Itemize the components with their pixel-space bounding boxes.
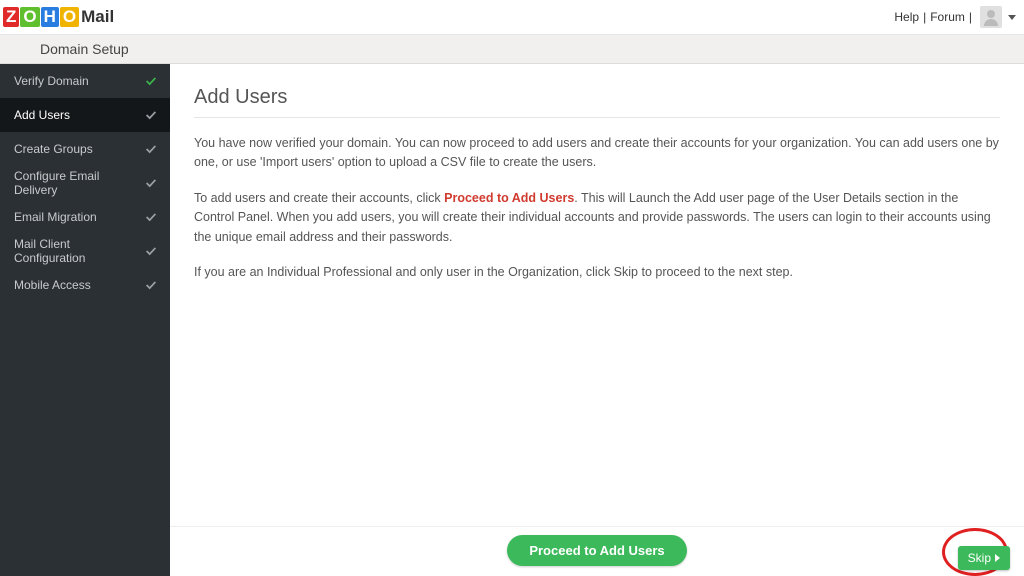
sidebar-item-email-migration[interactable]: Email Migration bbox=[0, 200, 170, 234]
check-icon bbox=[144, 210, 158, 224]
sidebar-item-label: Create Groups bbox=[14, 142, 93, 156]
sidebar-item-create-groups[interactable]: Create Groups bbox=[0, 132, 170, 166]
logo-product: Mail bbox=[81, 7, 114, 27]
logo-letter: H bbox=[41, 7, 59, 27]
skip-button-wrap: Skip bbox=[958, 546, 1010, 570]
skip-paragraph: If you are an Individual Professional an… bbox=[194, 263, 1000, 282]
body-wrap: Verify Domain Add Users Create Groups Co… bbox=[0, 64, 1024, 576]
topbar: Z O H O Mail Help | Forum | bbox=[0, 0, 1024, 35]
sidebar-item-mobile-access[interactable]: Mobile Access bbox=[0, 268, 170, 302]
sidebar-item-configure-email-delivery[interactable]: Configure Email Delivery bbox=[0, 166, 170, 200]
chevron-right-icon bbox=[995, 554, 1000, 562]
sidebar: Verify Domain Add Users Create Groups Co… bbox=[0, 64, 170, 576]
check-icon bbox=[144, 278, 158, 292]
sidebar-item-mail-client-configuration[interactable]: Mail Client Configuration bbox=[0, 234, 170, 268]
sidebar-item-add-users[interactable]: Add Users bbox=[0, 98, 170, 132]
top-links: Help | Forum | bbox=[894, 6, 1016, 28]
check-icon bbox=[144, 142, 158, 156]
check-icon bbox=[144, 74, 158, 88]
check-icon bbox=[144, 108, 158, 122]
skip-button-label: Skip bbox=[968, 551, 991, 565]
logo-letter: Z bbox=[3, 7, 19, 27]
skip-button[interactable]: Skip bbox=[958, 546, 1010, 570]
subheader: Domain Setup bbox=[0, 35, 1024, 64]
forum-link[interactable]: Forum bbox=[930, 10, 965, 24]
main-content: Add Users You have now verified your dom… bbox=[170, 64, 1024, 576]
intro-paragraph: You have now verified your domain. You c… bbox=[194, 134, 1000, 173]
text: To add users and create their accounts, … bbox=[194, 191, 444, 205]
emphasis-link[interactable]: Proceed to Add Users bbox=[444, 191, 574, 205]
sidebar-item-label: Mobile Access bbox=[14, 278, 91, 292]
separator: | bbox=[923, 10, 926, 24]
subheader-title: Domain Setup bbox=[40, 41, 129, 57]
check-icon bbox=[144, 244, 158, 258]
app-logo[interactable]: Z O H O Mail bbox=[3, 7, 114, 27]
logo-letter: O bbox=[20, 7, 39, 27]
sidebar-item-label: Mail Client Configuration bbox=[14, 237, 144, 265]
avatar[interactable] bbox=[980, 6, 1002, 28]
sidebar-item-label: Add Users bbox=[14, 108, 70, 122]
sidebar-item-verify-domain[interactable]: Verify Domain bbox=[0, 64, 170, 98]
proceed-to-add-users-button[interactable]: Proceed to Add Users bbox=[507, 535, 686, 566]
check-icon bbox=[144, 176, 158, 190]
help-link[interactable]: Help bbox=[894, 10, 919, 24]
page-title: Add Users bbox=[194, 86, 1000, 118]
logo-letter: O bbox=[60, 7, 79, 27]
sidebar-item-label: Verify Domain bbox=[14, 74, 89, 88]
action-paragraph: To add users and create their accounts, … bbox=[194, 189, 1000, 247]
bottom-bar: Proceed to Add Users bbox=[170, 526, 1024, 566]
chevron-down-icon[interactable] bbox=[1008, 15, 1016, 20]
separator: | bbox=[969, 10, 972, 24]
sidebar-item-label: Email Migration bbox=[14, 210, 97, 224]
sidebar-item-label: Configure Email Delivery bbox=[14, 169, 144, 197]
